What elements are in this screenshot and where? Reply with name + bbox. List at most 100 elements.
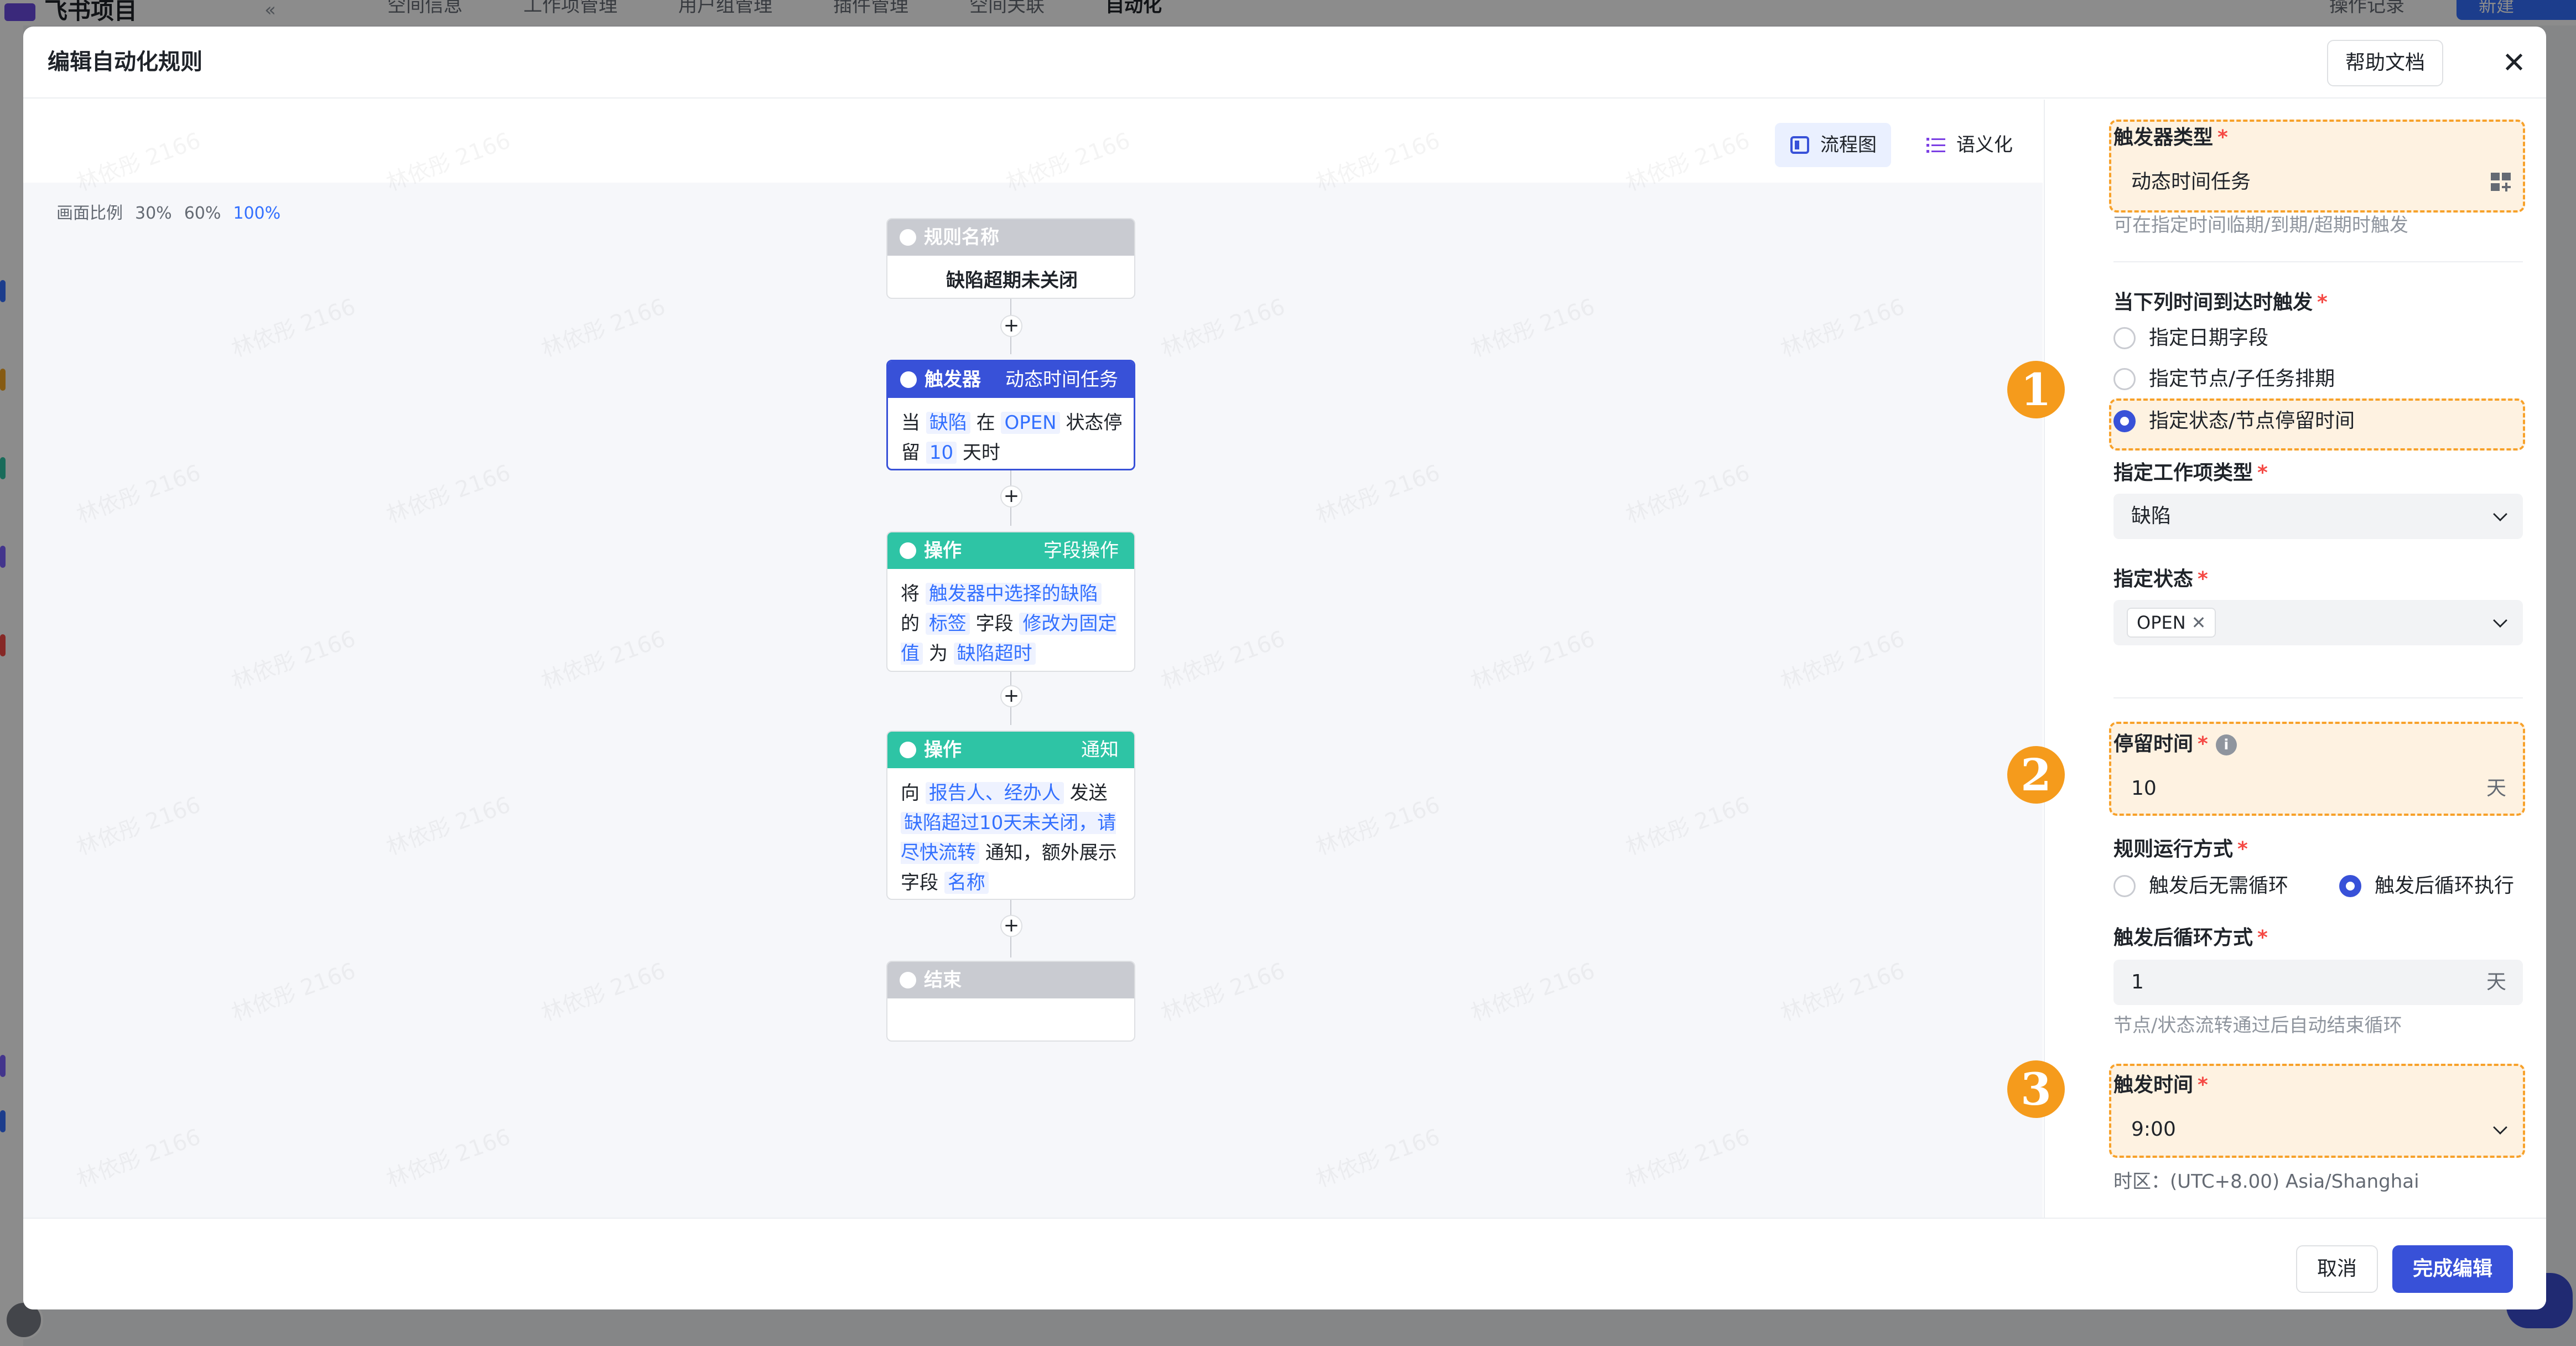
loop-mode-hint: 节点/状态流转通过后自动结束循环 — [2113, 1014, 2402, 1037]
flowchart-view-button[interactable]: 流程图 — [1775, 123, 1891, 167]
add-step-plus[interactable]: + — [1000, 685, 1022, 707]
field-action-node-body: 将 触发器中选择的缺陷 的 标签 字段 修改为固定值 为 缺陷超时 — [887, 569, 1134, 671]
workitem-type-select[interactable]: 缺陷 — [2113, 494, 2523, 539]
zoom-100[interactable]: 100% — [233, 203, 281, 225]
end-node-header: 结束 — [887, 962, 1134, 998]
run-mode-loop[interactable]: 触发后循环执行 — [2339, 872, 2514, 900]
loop-mode-label: 触发后循环方式 * — [2113, 926, 2268, 949]
watermark: 林依彤 2166 — [1466, 289, 1598, 364]
close-icon[interactable]: ✕ — [2494, 43, 2534, 83]
workitem-type-label: 指定工作项类型 * — [2113, 462, 2268, 484]
trigger-text: 在 — [976, 412, 995, 434]
watermark: 林依彤 2166 — [71, 787, 204, 862]
watermark: 林依彤 2166 — [1775, 953, 1908, 1028]
when-option-date-field[interactable]: 指定日期字段 — [2113, 324, 2268, 352]
trigger-text: 当 — [901, 412, 920, 434]
radio-icon — [2113, 875, 2136, 897]
action-icon — [900, 542, 916, 559]
trigger-node-body: 当 缺陷 在 OPEN 状态停留 10 天时 — [888, 398, 1134, 469]
trigger-type-select[interactable]: 动态时间任务 — [2113, 159, 2523, 205]
trigger-time-select[interactable]: 9:00 — [2113, 1107, 2523, 1152]
watermark: 林依彤 2166 — [536, 621, 669, 696]
flowchart-view-label: 流程图 — [1820, 134, 1877, 156]
end-icon — [900, 972, 916, 988]
radio-selected-icon — [2113, 410, 2136, 432]
end-node-title: 结束 — [924, 969, 962, 991]
watermark: 林依彤 2166 — [1621, 1119, 1753, 1194]
field-action-node[interactable]: 操作 字段操作 将 触发器中选择的缺陷 的 标签 字段 修改为固定值 为 缺陷超… — [886, 531, 1135, 672]
list-icon — [1926, 138, 1945, 153]
flow-canvas[interactable]: 流程图 语义化 画面比例 30% 60% 100% 林依彤 2166 林依彤 2… — [23, 100, 2043, 1218]
watermark: 林依彤 2166 — [71, 1119, 204, 1194]
notify-recipients-token: 报告人、经办人 — [925, 782, 1064, 804]
stay-time-input[interactable]: 10 天 — [2113, 766, 2523, 811]
notify-extra-field-token: 名称 — [944, 872, 989, 894]
rule-name-node-title: 规则名称 — [924, 226, 999, 249]
trigger-node[interactable]: 触发器 动态时间任务 当 缺陷 在 OPEN 状态停留 10 天时 — [886, 360, 1135, 470]
watermark: 林依彤 2166 — [381, 455, 514, 530]
action-node-title: 操作 — [924, 540, 962, 562]
radio-selected-icon — [2339, 875, 2361, 897]
semantic-view-button[interactable]: 语义化 — [1911, 123, 2027, 167]
modal-title: 编辑自动化规则 — [48, 49, 202, 75]
watermark: 林依彤 2166 — [536, 289, 669, 364]
rule-name-icon — [900, 229, 916, 246]
loop-mode-unit: 天 — [2486, 971, 2506, 993]
add-step-plus[interactable]: + — [1000, 485, 1022, 508]
zoom-30[interactable]: 30% — [135, 203, 172, 225]
help-docs-button[interactable]: 帮助文档 — [2327, 40, 2443, 86]
watermark: 林依彤 2166 — [1775, 289, 1908, 364]
info-icon[interactable]: i — [2215, 734, 2237, 755]
action-text: 将 — [901, 583, 920, 605]
rule-name-node-header: 规则名称 — [887, 219, 1134, 256]
rule-name-node[interactable]: 规则名称 缺陷超期未关闭 — [886, 218, 1135, 299]
add-step-plus[interactable]: + — [1000, 315, 1022, 337]
action-node-type: 字段操作 — [1043, 540, 1119, 562]
watermark: 林依彤 2166 — [1311, 455, 1443, 530]
when-label: 当下列时间到达时触发 * — [2113, 291, 2328, 314]
run-mode-no-loop[interactable]: 触发后无需循环 — [2113, 872, 2288, 900]
watermark: 林依彤 2166 — [536, 953, 669, 1028]
modal-header: 编辑自动化规则 帮助文档 ✕ — [23, 27, 2546, 99]
stay-time-label: 停留时间 * i — [2113, 731, 2237, 758]
zoom-ratio-label: 画面比例 — [56, 204, 123, 223]
when-option-node-schedule[interactable]: 指定节点/子任务排期 — [2113, 365, 2335, 393]
add-step-plus[interactable]: + — [1000, 915, 1022, 937]
workitem-type-value: 缺陷 — [2131, 505, 2172, 527]
end-node[interactable]: 结束 — [886, 961, 1135, 1042]
trigger-type-label: 触发器类型 * — [2113, 126, 2228, 149]
trigger-type-hint: 可在指定时间临期/到期/超期时触发 — [2113, 214, 2408, 236]
watermark: 林依彤 2166 — [1621, 455, 1753, 530]
loop-mode-input[interactable]: 1 天 — [2113, 960, 2523, 1005]
watermark: 林依彤 2166 — [381, 1119, 514, 1194]
field-action-node-header: 操作 字段操作 — [887, 532, 1134, 569]
action-text: 字段 — [975, 613, 1014, 635]
watermark: 林依彤 2166 — [226, 953, 359, 1028]
action-text: 的 — [901, 613, 920, 635]
watermark: 林依彤 2166 — [71, 455, 204, 530]
state-select[interactable]: OPEN ✕ — [2113, 600, 2523, 645]
chevron-down-icon — [2493, 507, 2507, 521]
tag-remove-icon[interactable]: ✕ — [2191, 612, 2206, 633]
radio-icon — [2113, 368, 2136, 390]
watermark: 林依彤 2166 — [1311, 787, 1443, 862]
action-target-token: 触发器中选择的缺陷 — [925, 583, 1102, 605]
step-badge-3: 3 — [2007, 1060, 2065, 1118]
timezone-text: 时区：(UTC+8.00) Asia/Shanghai — [2113, 1171, 2419, 1193]
when-option-stay-time[interactable]: 指定状态/节点停留时间 — [2113, 407, 2355, 435]
stay-time-value: 10 — [2131, 777, 2157, 800]
action-field-token: 标签 — [925, 613, 970, 635]
state-label: 指定状态 * — [2113, 568, 2208, 591]
watermark: 林依彤 2166 — [1311, 1119, 1443, 1194]
trigger-icon — [900, 371, 917, 388]
done-edit-button[interactable]: 完成编辑 — [2392, 1245, 2513, 1293]
run-mode-label: 规则运行方式 * — [2113, 838, 2248, 861]
watermark: 林依彤 2166 — [1466, 621, 1598, 696]
divider — [2113, 261, 2523, 262]
cancel-button[interactable]: 取消 — [2296, 1245, 2378, 1293]
semantic-view-label: 语义化 — [1956, 134, 2013, 156]
apps-grid-icon — [2491, 173, 2511, 191]
zoom-60[interactable]: 60% — [184, 203, 221, 225]
notify-action-node[interactable]: 操作 通知 向 报告人、经办人 发送 缺陷超过10天未关闭，请尽快流转 通知，额… — [886, 731, 1135, 900]
action-icon — [900, 742, 916, 758]
